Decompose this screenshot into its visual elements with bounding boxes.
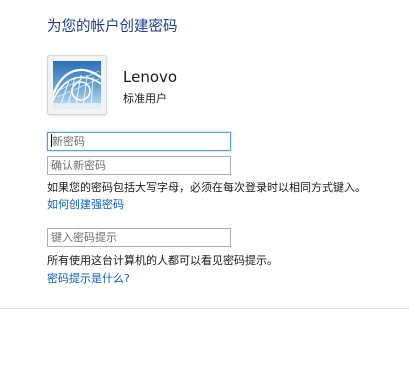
hint-help-link[interactable]: 密码提示是什么? bbox=[47, 270, 130, 286]
caps-lock-note: 如果您的密码包括大写字母，必须在每次登录时以相同方式键入。 bbox=[47, 181, 366, 194]
new-password-placeholder: 新密码 bbox=[52, 135, 85, 148]
account-type: 标准用户 bbox=[123, 92, 167, 105]
hint-visibility-note: 所有使用这台计算机的人都可以看见密码提示。 bbox=[47, 254, 278, 267]
divider bbox=[0, 308, 409, 309]
password-hint-placeholder: 键入密码提示 bbox=[51, 231, 117, 244]
create-password-page: 为您的帐户创建密码 Lenovo 标准用户 新密码 确认新密码 如果您的密码包括… bbox=[0, 0, 409, 373]
roller-coaster-picture-icon bbox=[53, 61, 101, 109]
page-title: 为您的帐户创建密码 bbox=[47, 19, 178, 35]
avatar bbox=[47, 55, 107, 115]
confirm-password-input[interactable]: 确认新密码 bbox=[47, 156, 231, 175]
confirm-password-placeholder: 确认新密码 bbox=[51, 159, 106, 172]
new-password-input[interactable]: 新密码 bbox=[47, 132, 231, 151]
strong-password-link[interactable]: 如何创建强密码 bbox=[47, 196, 124, 212]
password-hint-input[interactable]: 键入密码提示 bbox=[47, 228, 231, 247]
account-name: Lenovo bbox=[123, 68, 178, 86]
